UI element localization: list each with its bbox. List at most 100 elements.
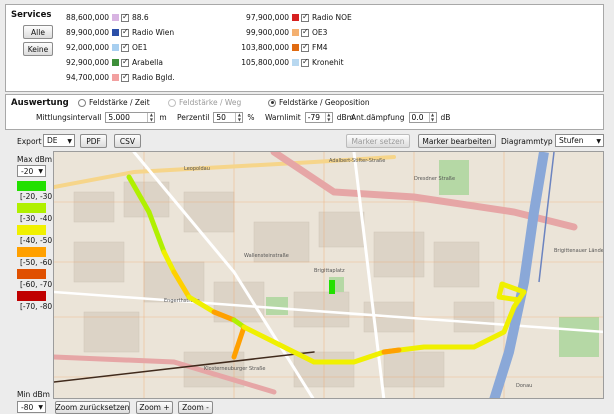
service-name: Radio Bgld. <box>132 73 175 82</box>
csv-button[interactable]: CSV <box>114 134 141 148</box>
service-frequency: 94,700,000 <box>66 73 109 82</box>
warn-limit-spinner[interactable]: ▲▼ <box>304 112 333 123</box>
max-dbm-value: -20 <box>21 166 34 176</box>
zoom-reset-button[interactable]: Zoom zurücksetzen <box>55 401 130 414</box>
legend-color-swatch <box>17 181 46 191</box>
diagram-type-value: Stufen <box>559 136 584 145</box>
service-name: Arabella <box>132 58 163 67</box>
pdf-button[interactable]: PDF <box>80 134 107 148</box>
service-row: 89,900,000 Radio Wien <box>61 27 174 38</box>
set-marker-button[interactable]: Marker setzen <box>346 134 410 148</box>
diagram-type-select[interactable]: Stufen ▼ <box>555 134 604 147</box>
edit-marker-button[interactable]: Marker bearbeiten <box>418 134 496 148</box>
service-row: 97,900,000 Radio NOE <box>241 12 352 23</box>
legend-color-swatch <box>17 247 46 257</box>
service-name: FM4 <box>312 43 328 52</box>
legend-range-label: [-50, -60] <box>20 258 56 267</box>
service-frequency: 88,600,000 <box>66 13 109 22</box>
service-frequency: 92,900,000 <box>66 58 109 67</box>
spinner-arrows-icon[interactable]: ▲ ▼ <box>147 112 154 122</box>
attenuation-unit: dB <box>440 113 451 122</box>
service-checkbox[interactable] <box>301 12 309 22</box>
service-checkbox[interactable] <box>121 57 129 67</box>
analysis-title: Auswertung <box>11 98 69 108</box>
radio-strength-path[interactable]: Feldstärke / Weg <box>168 98 241 107</box>
avg-unit: m <box>159 113 167 122</box>
warn-limit-label: Warnlimit <box>265 113 301 122</box>
map-canvas[interactable]: Adalbert-Stifter-Straße Leopoldau Dresdn… <box>54 152 604 399</box>
chevron-down-icon: ▼ <box>596 138 601 145</box>
map-street-label: Wallensteinstraße <box>244 253 289 259</box>
select-all-button[interactable]: Alle <box>23 25 53 39</box>
service-name: Radio Wien <box>132 28 175 37</box>
export-language-value: DE <box>47 136 58 145</box>
service-row: 99,900,000 OE3 <box>241 27 327 38</box>
select-none-button[interactable]: Keine <box>23 42 53 56</box>
service-color-swatch <box>292 29 299 36</box>
service-row: 103,800,000 FM4 <box>241 42 328 53</box>
service-name: OE1 <box>132 43 148 52</box>
service-name: Radio NOE <box>312 13 352 22</box>
export-label: Export <box>17 137 42 146</box>
service-checkbox[interactable] <box>301 57 309 67</box>
service-checkbox[interactable] <box>121 72 129 82</box>
percentile-unit: % <box>247 113 255 122</box>
warn-limit-field: Warnlimit ▲▼ dBm <box>265 112 354 123</box>
percentile-field: Perzentil ▲▼ % <box>177 112 255 123</box>
service-color-swatch <box>112 29 119 36</box>
spinner-arrows-icon[interactable]: ▲ ▼ <box>324 112 332 122</box>
service-row: 105,800,000 Kronehit <box>241 57 343 68</box>
min-dbm-select[interactable]: -80 ▼ <box>17 401 46 413</box>
services-panel: Services Alle Keine 88,600,000 88.6 89,900… <box>5 4 604 92</box>
service-checkbox[interactable] <box>121 42 129 52</box>
radio-strength-time-label: Feldstärke / Zeit <box>89 98 150 107</box>
spinner-arrows-icon[interactable]: ▲ ▼ <box>235 112 242 122</box>
map-street-label: Brigittenauer Lände <box>554 248 604 254</box>
analysis-panel: Auswertung Feldstärke / Zeit Feldstärke … <box>5 94 604 130</box>
avg-interval-spinner[interactable]: ▲▼ <box>105 112 156 123</box>
service-row: 88,600,000 88.6 <box>61 12 149 23</box>
legend-color-swatch <box>17 225 46 235</box>
percentile-label: Perzentil <box>177 113 210 122</box>
service-checkbox[interactable] <box>121 12 129 22</box>
service-name: 88.6 <box>132 13 149 22</box>
services-title: Services <box>11 10 52 20</box>
avg-interval-field: Mittlungsintervall ▲▼ m <box>36 112 167 123</box>
attenuation-spinner[interactable]: ▲▼ <box>408 112 437 123</box>
max-dbm-select[interactable]: -20 ▼ <box>17 165 46 177</box>
export-language-select[interactable]: DE ▼ <box>43 134 75 147</box>
legend-color-swatch <box>17 269 46 279</box>
spinner-arrows-icon[interactable]: ▲ ▼ <box>428 112 436 122</box>
map-view[interactable]: Adalbert-Stifter-Straße Leopoldau Dresdn… <box>53 151 604 399</box>
service-checkbox[interactable] <box>301 27 309 37</box>
map-street-label: Klosterneuburger Straße <box>204 366 265 372</box>
service-checkbox[interactable] <box>121 27 129 37</box>
radio-strength-time[interactable]: Feldstärke / Zeit <box>78 98 150 107</box>
zoom-out-button[interactable]: Zoom - <box>178 401 213 414</box>
zoom-in-button[interactable]: Zoom + <box>136 401 173 414</box>
service-row: 92,000,000 OE1 <box>61 42 147 53</box>
service-color-swatch <box>112 44 119 51</box>
min-dbm-label: Min dBm <box>17 390 50 399</box>
chevron-down-icon: ▼ <box>38 404 43 411</box>
radio-strength-geo[interactable]: Feldstärke / Geoposition <box>268 98 370 107</box>
radio-dot[interactable] <box>78 98 86 107</box>
map-street-label: Brigittaplatz <box>314 268 345 274</box>
radio-strength-path-label: Feldstärke / Weg <box>179 98 242 107</box>
service-checkbox[interactable] <box>301 42 309 52</box>
legend-color-swatch <box>17 291 46 301</box>
map-street-label: Adalbert-Stifter-Straße <box>329 158 385 164</box>
service-color-swatch <box>112 14 119 21</box>
radio-dot[interactable] <box>168 98 176 107</box>
radio-strength-geo-label: Feldstärke / Geoposition <box>279 98 370 107</box>
service-color-swatch <box>112 59 119 66</box>
legend-range-label: [-40, -50] <box>20 236 56 245</box>
legend-range-label: [-60, -70] <box>20 280 56 289</box>
radio-dot[interactable] <box>268 98 276 107</box>
legend-range-label: [-70, -80] <box>20 302 56 311</box>
min-dbm-value: -80 <box>21 402 34 412</box>
attenuation-label: Ant.dämpfung <box>351 113 405 122</box>
service-frequency: 89,900,000 <box>66 28 109 37</box>
service-color-swatch <box>292 44 299 51</box>
percentile-spinner[interactable]: ▲▼ <box>213 112 244 123</box>
